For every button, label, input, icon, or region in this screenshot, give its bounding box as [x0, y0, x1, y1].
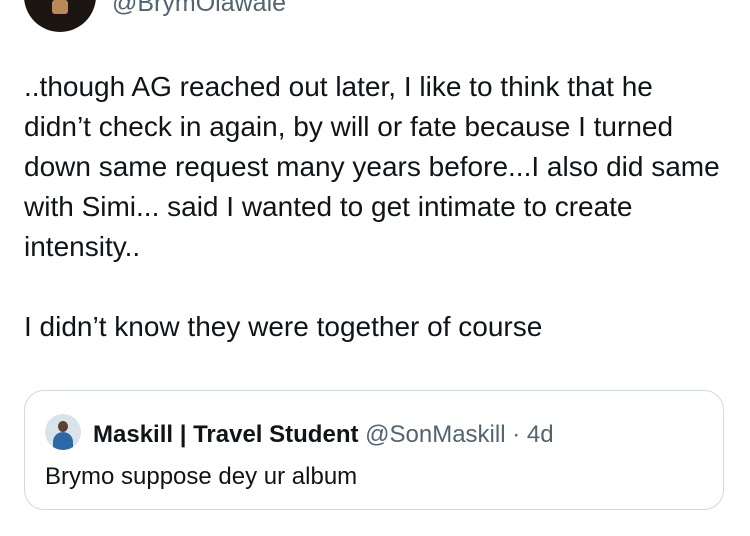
- quoted-tweet-time[interactable]: 4d: [527, 421, 554, 448]
- author-handle[interactable]: @BrymOlawale: [112, 0, 286, 16]
- quoted-tweet-text: Brymo suppose dey ur album: [45, 463, 358, 490]
- avatar-detail: [52, 0, 68, 14]
- quoted-author-handle[interactable]: @SonMaskill: [365, 421, 505, 448]
- quoted-tweet-header: Maskill | Travel Student @SonMaskill · 4…: [93, 421, 554, 449]
- timestamp-separator: ·: [512, 421, 521, 448]
- tweet-text: ..though AG reached out later, I like to…: [24, 71, 720, 342]
- quoted-tweet-card[interactable]: Maskill | Travel Student @SonMaskill · 4…: [24, 390, 724, 510]
- quoted-author-avatar[interactable]: [45, 414, 81, 450]
- avatar-body-shape: [53, 432, 73, 450]
- author-avatar[interactable]: [24, 0, 96, 32]
- avatar-face-shape: [58, 421, 68, 432]
- quoted-author-name[interactable]: Maskill | Travel Student: [93, 421, 358, 448]
